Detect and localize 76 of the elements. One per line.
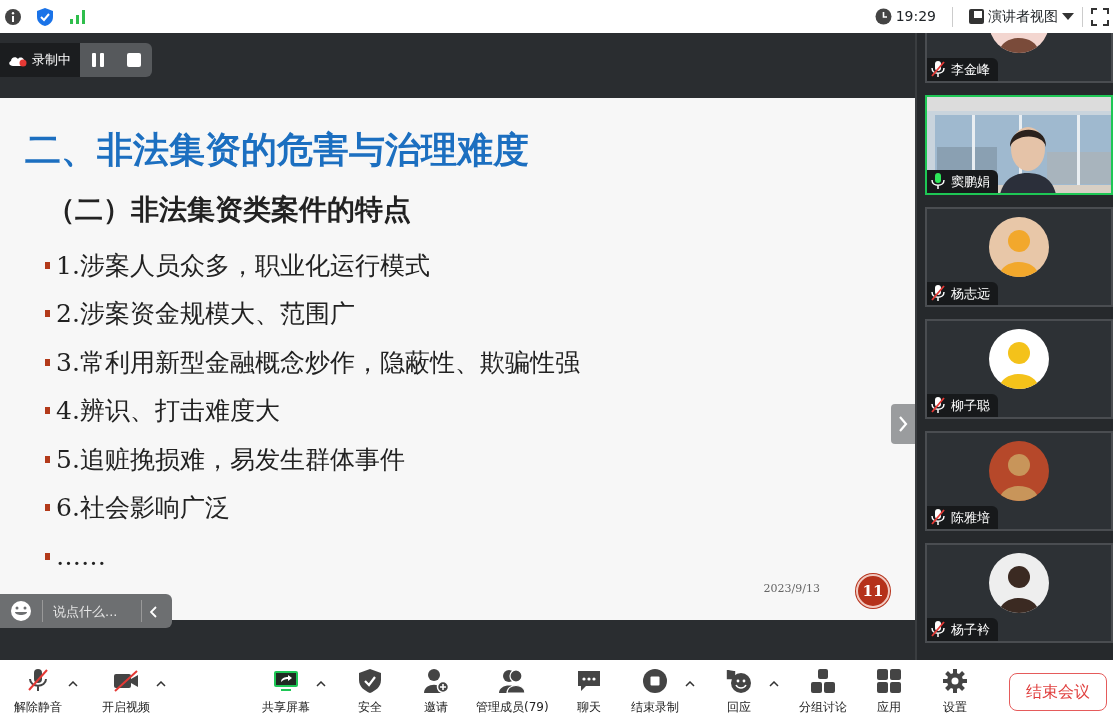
view-mode-button[interactable]: 演讲者视图	[969, 6, 1074, 27]
bullet-icon	[45, 358, 50, 366]
toolbar-button[interactable]: 应用	[862, 667, 915, 716]
bullet-icon	[45, 455, 50, 463]
chevron-right-icon	[898, 416, 908, 432]
toolbar-button[interactable]: 安全	[344, 667, 396, 716]
video-off-icon	[113, 667, 139, 694]
toolbar-button[interactable]: 设置	[928, 667, 981, 716]
toolbar-button[interactable]: 分组讨论	[796, 667, 849, 716]
chat-input-field[interactable]: 说点什么...	[42, 600, 142, 622]
caret-icon	[1062, 12, 1074, 21]
people-icon	[499, 667, 526, 694]
participant-name: 杨子衿	[951, 620, 990, 639]
clock-time: 19:29	[895, 7, 936, 26]
shield-icon[interactable]	[36, 6, 54, 27]
caret-up-icon	[684, 680, 695, 687]
caret-up-icon	[68, 680, 78, 687]
bullet-text: ……	[56, 540, 106, 573]
next-slide-button[interactable]	[891, 404, 915, 444]
toolbar-button[interactable]: 回应	[712, 667, 765, 716]
stop-icon	[641, 667, 668, 694]
participant-tile[interactable]: 陈雅培	[925, 431, 1113, 531]
participant-tile[interactable]: 杨志远	[925, 207, 1113, 307]
bullet-icon	[45, 504, 50, 512]
slide-date: 2023/9/13	[763, 580, 820, 597]
settings-icon	[941, 667, 968, 694]
toolbar-button[interactable]: 解除静音	[12, 667, 64, 716]
info-icon[interactable]	[4, 7, 22, 26]
bullet-text: 5.追赃挽损难，易发生群体事件	[56, 443, 405, 476]
bullet-icon	[45, 407, 50, 415]
participant-name: 杨志远	[951, 284, 990, 303]
grid-icon	[875, 667, 902, 694]
toolbar-button[interactable]: 开启视频	[100, 667, 152, 716]
caret-up-icon	[768, 680, 779, 687]
toolbar-button[interactable]: 结束录制	[628, 667, 681, 716]
pause-icon	[91, 53, 105, 67]
chat-bar[interactable]: 说点什么...	[0, 594, 172, 628]
participant-name: 李金峰	[951, 60, 990, 79]
caret-up-icon	[156, 680, 166, 687]
bullet-text: 6.社会影响广泛	[56, 492, 230, 525]
add-person-icon	[423, 667, 449, 694]
stop-icon	[127, 53, 141, 67]
fullscreen-icon[interactable]	[1091, 7, 1109, 26]
page-number: 11	[856, 574, 890, 608]
bullet-text: 2.涉案资金规模大、范围广	[56, 298, 355, 331]
layout-icon	[969, 9, 984, 24]
muted-microphone-icon	[25, 667, 51, 694]
toolbar-button[interactable]: 邀请	[410, 667, 462, 716]
shield-icon	[357, 667, 383, 694]
recording-indicator: 录制中	[0, 43, 80, 77]
pause-button[interactable]	[80, 43, 116, 77]
participant-tile[interactable]: 窦鹏娟	[925, 95, 1113, 195]
raised-hand-icon	[725, 667, 752, 694]
stop-button[interactable]	[116, 43, 152, 77]
slide-subtitle: （二）非法集资类案件的特点	[47, 192, 412, 229]
caret-up-icon	[316, 680, 326, 687]
blocks-icon	[809, 667, 836, 694]
participant-name: 窦鹏娟	[951, 172, 990, 191]
bullet-text: 1.涉案人员众多，职业化运行模式	[56, 249, 430, 282]
participant-tile[interactable]: 柳子聪	[925, 319, 1113, 419]
bullet-text: 4.辨识、打击难度大	[56, 395, 280, 428]
chevron-left-icon	[150, 605, 158, 618]
bullet-text: 3.常利用新型金融概念炒作，隐蔽性、欺骗性强	[56, 346, 580, 379]
bullet-icon	[45, 310, 50, 318]
slide-title: 二、非法集资的危害与治理难度	[25, 128, 530, 172]
toolbar-button[interactable]: 共享屏幕	[260, 667, 312, 716]
participant-name: 柳子聪	[951, 396, 990, 415]
participant-tile[interactable]: 杨子衿	[925, 543, 1113, 643]
bullet-icon	[45, 261, 50, 269]
toolbar-button[interactable]: 聊天	[562, 667, 615, 716]
participant-name: 陈雅培	[951, 508, 990, 527]
bullet-icon	[45, 552, 50, 560]
end-meeting-button[interactable]: 结束会议	[1009, 672, 1107, 711]
participant-tile[interactable]: 李金峰	[925, 33, 1113, 83]
toolbar-button[interactable]: 管理成员(79)	[476, 667, 549, 716]
clock-icon	[874, 8, 892, 25]
